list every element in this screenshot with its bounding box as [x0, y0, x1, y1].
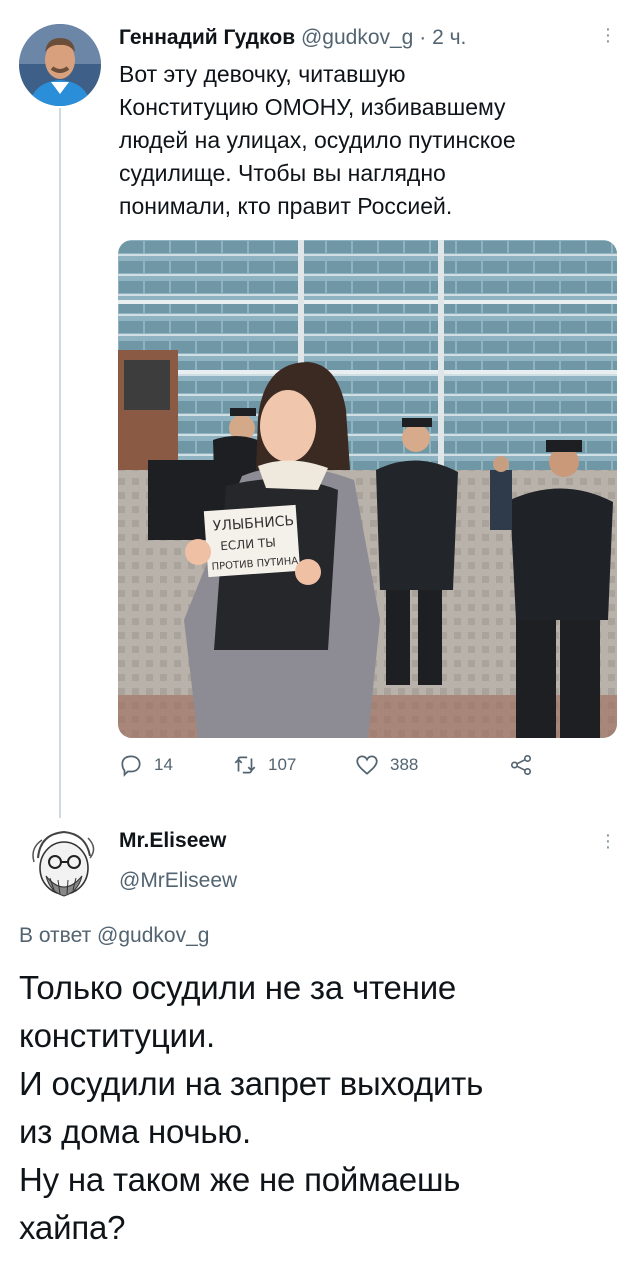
tweet-header: Геннадий Гудков @gudkov_g · 2 ч.: [119, 26, 466, 50]
more-options-icon[interactable]: · · ·: [598, 825, 618, 857]
reply-count: 14: [154, 755, 173, 774]
author-handle[interactable]: @gudkov_g: [301, 26, 413, 49]
author-name[interactable]: Геннадий Гудков: [119, 26, 295, 49]
share-action[interactable]: [508, 752, 534, 778]
reply-context: В ответ @gudkov_g: [19, 924, 209, 948]
avatar-image: [20, 818, 106, 904]
avatar-image: [19, 24, 101, 106]
more-options-icon[interactable]: · · ·: [598, 19, 618, 51]
like-count: 388: [390, 755, 419, 774]
reply-handle[interactable]: @gudkov_g: [97, 924, 209, 947]
photo-image: УЛЫБНИСЬ ЕСЛИ ТЫ ПРОТИВ ПУТИНА: [118, 240, 617, 738]
comment-icon: [121, 755, 141, 777]
heart-icon: [356, 755, 378, 775]
author-name[interactable]: Mr.Eliseew: [119, 829, 226, 853]
reply-action[interactable]: 14: [118, 752, 173, 778]
author-handle[interactable]: @MrEliseew: [119, 869, 237, 893]
tweet-text: Вот эту девочку, читавшую Конституцию ОМ…: [119, 61, 516, 219]
like-action[interactable]: 388: [354, 752, 418, 778]
tweet-photo[interactable]: УЛЫБНИСЬ ЕСЛИ ТЫ ПРОТИВ ПУТИНА: [118, 240, 617, 738]
reply-prefix: В ответ: [19, 924, 92, 947]
separator: ·: [419, 26, 427, 49]
retweet-action[interactable]: 107: [232, 752, 296, 778]
thread-line: [59, 108, 61, 818]
tweet-actions: 14 107 388: [118, 752, 538, 786]
share-icon: [510, 754, 532, 776]
tweet-text: Только осудили не за чтение конституции.…: [19, 969, 484, 1246]
retweet-icon: [234, 756, 256, 774]
timestamp[interactable]: 2 ч.: [432, 26, 466, 49]
avatar[interactable]: [20, 818, 106, 904]
avatar[interactable]: [19, 24, 101, 106]
retweet-count: 107: [268, 755, 297, 774]
